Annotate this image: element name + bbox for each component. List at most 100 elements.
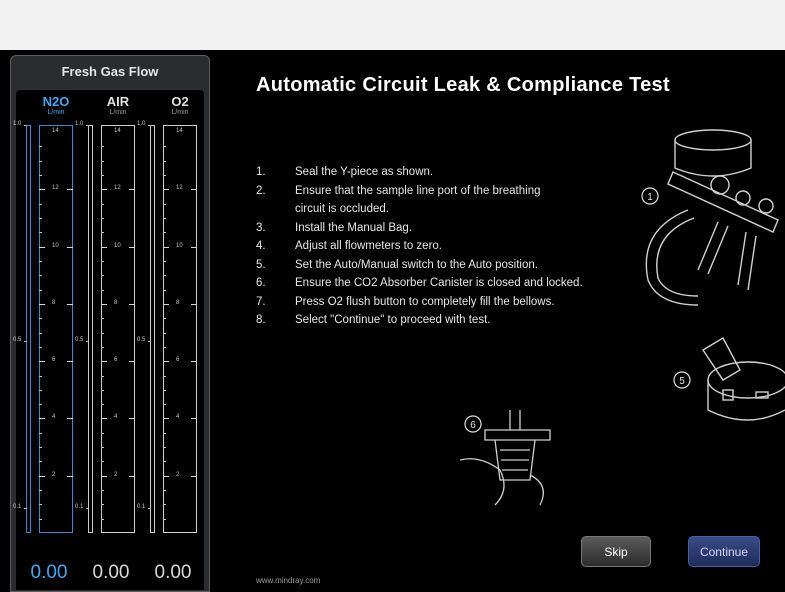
step-text: Adjust all flowmeters to zero. [295, 240, 443, 252]
scale-tick [191, 361, 197, 363]
scale-tick [39, 318, 42, 320]
gas-unit: L/min [109, 109, 127, 116]
scale-tick [39, 504, 42, 506]
scale-label: 14 [52, 128, 59, 135]
scale-tick [163, 303, 169, 305]
flowmeter-area: N2O L/min 0.00 14 12 10 8 6 4 2 1.0 0.5 0.1 AIR L… [13, 90, 204, 590]
low-scale-tick [86, 341, 89, 343]
step-text: Seal the Y-piece as shown. [295, 166, 434, 178]
skip-button[interactable]: Skip [581, 536, 651, 567]
scale-tick [163, 361, 169, 363]
low-scale-tick [86, 125, 89, 126]
scale-label: 2 [52, 471, 56, 478]
scale-tick [39, 289, 42, 291]
scale-tick [101, 447, 104, 449]
scale-tick [39, 160, 42, 162]
scale-tick [39, 175, 42, 177]
scale-tick [101, 175, 104, 177]
step-item: 3. Install the Manual Bag. [256, 219, 656, 238]
scale-label: 8 [114, 299, 118, 306]
low-flow-tube [26, 125, 31, 533]
scale-label: 2 [176, 471, 180, 478]
scale-tick [101, 504, 104, 506]
instruction-list: 1. Seal the Y-piece as shown. 2. Ensure th… [256, 163, 656, 330]
step-item: 8. Select "Continue" to proceed with test… [256, 311, 656, 330]
scale-tick [163, 375, 166, 377]
scale-tick [101, 289, 104, 291]
scale-tick [101, 346, 104, 348]
gas-name: N2O [42, 94, 70, 109]
scale-tick [39, 275, 42, 277]
low-scale-label: 1.0 [137, 121, 146, 127]
scale-tick [39, 475, 45, 477]
step-number: 1. [256, 166, 266, 178]
flowmeter-n2o: N2O L/min 0.00 14 12 10 8 6 4 2 1.0 0.5 0.1 [13, 90, 80, 590]
step-number: 2. [256, 184, 266, 197]
scale-tick [67, 303, 73, 305]
scale-tick [163, 346, 166, 348]
scale-tick [101, 189, 107, 191]
scale-tick [39, 346, 42, 348]
step-number: 5. [256, 258, 266, 271]
scale-tick [39, 189, 45, 191]
scale-tick [101, 361, 107, 363]
step-number: 4. [256, 240, 266, 252]
low-scale-tick [24, 341, 27, 343]
scale-label: 4 [114, 414, 118, 421]
step-item: 5. Set the Auto/Manual switch to the Auto… [256, 256, 656, 275]
scale-tick [39, 232, 42, 234]
continue-button[interactable]: Continue [688, 536, 760, 567]
flowmeter-air: AIR L/min 0.00 14 12 10 8 6 4 2 1.0 0.5 0.1 [75, 90, 142, 590]
scale-tick [39, 432, 42, 434]
footer-url: www.mindray.com [256, 576, 321, 585]
scale-tick [129, 189, 135, 191]
scale-tick [101, 303, 107, 305]
scale-tick [163, 461, 166, 463]
scale-tick [39, 447, 42, 449]
top-bar [0, 0, 785, 50]
scale-label: 6 [52, 357, 56, 364]
scale-tick [39, 218, 42, 220]
step-number: 3. [256, 221, 266, 234]
scale-tick [129, 361, 135, 363]
scale-tick [191, 475, 197, 477]
scale-tick [101, 160, 104, 162]
scale-tick [163, 504, 166, 506]
gas-unit: L/min [47, 109, 65, 116]
low-scale-label: 0.5 [75, 337, 84, 344]
scale-tick [39, 375, 42, 377]
scale-label: 6 [176, 357, 180, 364]
scale-label: 14 [114, 128, 121, 135]
scale-tick [101, 203, 104, 205]
scale-tick [129, 246, 135, 248]
step-text: Press O2 flush button to completely fill… [295, 295, 555, 308]
page-title: Automatic Circuit Leak & Compliance Test [256, 74, 670, 96]
fresh-gas-flow-title: Fresh Gas Flow [61, 64, 159, 79]
low-scale-label: 0.1 [75, 504, 84, 511]
scale-label: 12 [114, 185, 121, 192]
scale-tick [39, 246, 45, 248]
step-item: 1. Seal the Y-piece as shown. [256, 163, 656, 182]
scale-tick [129, 418, 135, 420]
low-scale-tick [24, 125, 27, 126]
scale-tick [39, 146, 42, 148]
scale-tick [191, 246, 197, 248]
low-scale-label: 0.5 [137, 337, 146, 344]
scale-tick [191, 303, 197, 305]
step-item: 7. Press O2 flush button to completely fi… [256, 293, 656, 312]
scale-tick [101, 389, 104, 391]
gas-name: AIR [106, 94, 130, 109]
scale-tick [163, 203, 166, 205]
scale-label: 6 [114, 357, 118, 364]
scale-label: 4 [52, 414, 56, 421]
scale-label: 14 [176, 128, 183, 135]
low-scale-label: 0.1 [137, 504, 146, 511]
step-item: 2. Ensure that the sample line port of th… [256, 182, 656, 201]
low-scale-tick [148, 508, 151, 510]
flow-value: 0.00 [30, 562, 68, 583]
step-text: Install the Manual Bag. [295, 221, 412, 234]
scale-tick [39, 361, 45, 363]
scale-tick [101, 275, 104, 277]
step-text: Ensure that the sample line port of the … [295, 184, 541, 197]
scale-label: 8 [52, 299, 56, 306]
